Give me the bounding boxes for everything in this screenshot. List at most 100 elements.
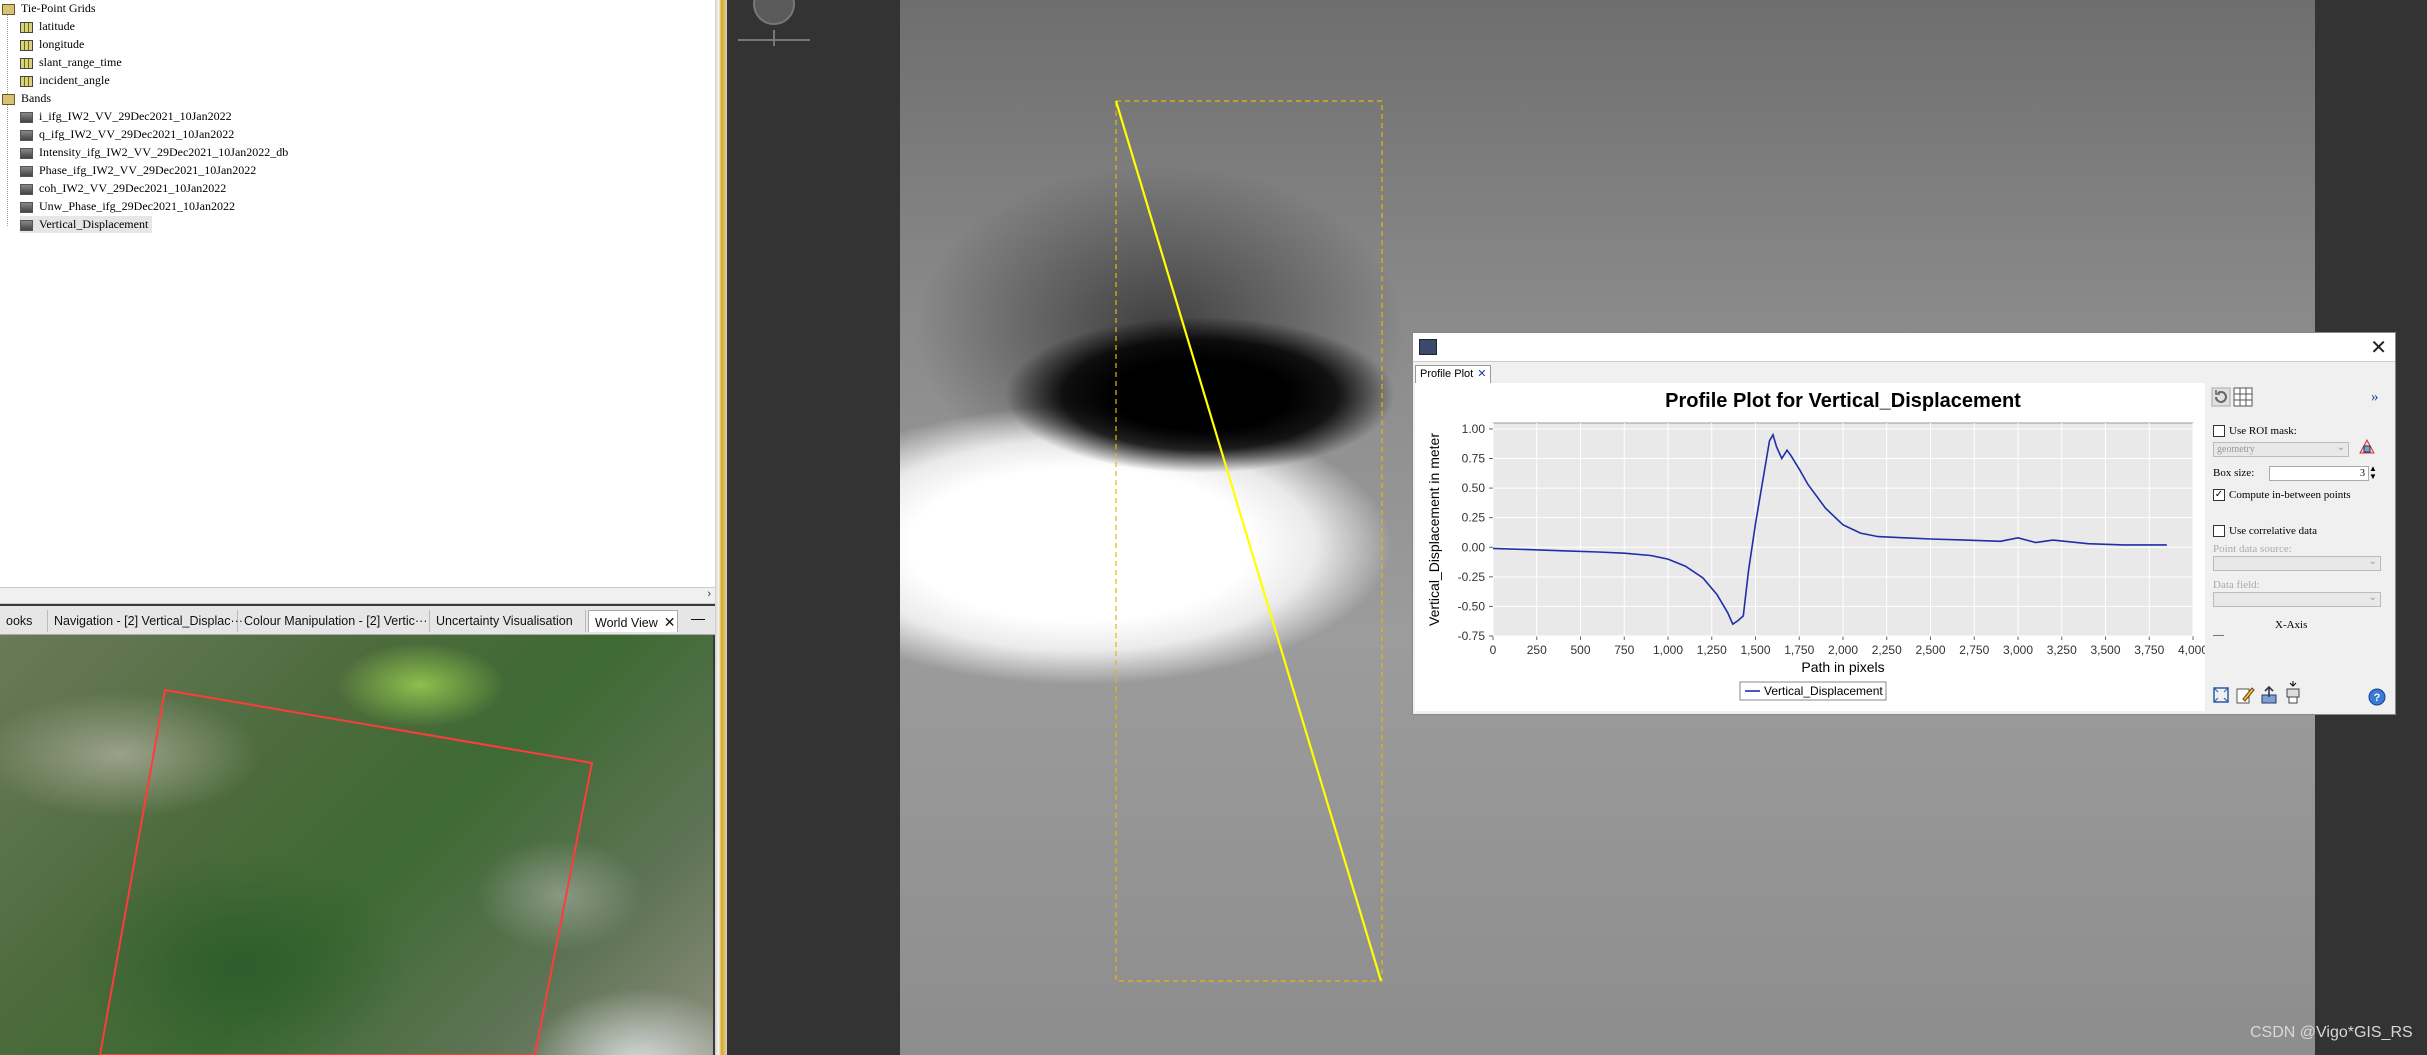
world-view-map[interactable] (0, 635, 713, 1055)
checkbox-checked-icon: ✓ (2213, 489, 2225, 502)
window-close-button[interactable]: ✕ (2370, 335, 2387, 360)
zoom-all-icon[interactable] (2211, 685, 2231, 705)
band-icon (20, 129, 33, 141)
band-icon (20, 147, 33, 159)
chart-title: Profile Plot for Vertical_Displacement (1665, 390, 2021, 412)
tree-item-slant-range-time[interactable]: slant_range_time (20, 54, 122, 71)
tree-item-band[interactable]: q_ifg_IW2_VV_29Dec2021_10Jan2022 (20, 126, 234, 143)
x-tick-label: 500 (1570, 643, 1590, 657)
tab-bookmarks[interactable]: ooks (0, 610, 48, 632)
refresh-icon[interactable] (2211, 387, 2231, 407)
band-icon (20, 201, 33, 213)
grid-icon (20, 39, 33, 51)
roi-mask-select[interactable]: geometry (2213, 441, 2349, 457)
tree-item-band[interactable]: Phase_ifg_IW2_VV_29Dec2021_10Jan2022 (20, 162, 256, 179)
profile-chart-area: 0 250 500 750 1,000 1,250 1,500 1,750 2,000 2,250… (1415, 383, 2208, 711)
help-icon[interactable]: ? (2367, 687, 2387, 707)
data-field-label: Data field: (2213, 579, 2260, 591)
x-tick-label: 2,000 (1828, 643, 1858, 657)
x-tick-label: 3,250 (2047, 643, 2077, 657)
scene-footprint-outline (98, 688, 594, 1055)
x-tick-label: 4,000 (2178, 643, 2205, 657)
checkbox-icon (2213, 525, 2225, 538)
window-titlebar: ✕ (1413, 333, 2395, 362)
x-tick-label: 1,750 (1784, 643, 1814, 657)
x-tick-label: 3,750 (2134, 643, 2164, 657)
y-tick-label: 1.00 (1462, 422, 1486, 436)
tree-item-longitude[interactable]: longitude (20, 36, 84, 53)
print-icon[interactable] (2283, 681, 2303, 704)
export-icon[interactable] (2259, 685, 2279, 705)
tab-colour-manipulation[interactable]: Colour Manipulation - [2] Vertic··· (238, 610, 430, 632)
grid-icon (20, 75, 33, 87)
band-icon (20, 183, 33, 195)
x-tick-label: 250 (1527, 643, 1547, 657)
x-axis-section-label: X-Axis (2275, 619, 2308, 631)
navigation-control-icon[interactable] (728, 0, 820, 46)
compute-in-between-checkbox[interactable]: ✓ Compute in-between points (2213, 489, 2351, 502)
tree-item-band[interactable]: Unw_Phase_ifg_29Dec2021_10Jan2022 (20, 198, 235, 215)
app-window-icon (1419, 339, 1437, 355)
use-correlative-data-checkbox[interactable]: Use correlative data (2213, 525, 2317, 538)
profile-plot-window: ✕ Profile Plot ✕ 0 250 500 750 1,000 1,250 1,50… (1412, 332, 2396, 715)
x-tick-label: 2,250 (1872, 643, 1902, 657)
tree-item-band[interactable]: coh_IW2_VV_29Dec2021_10Jan2022 (20, 180, 226, 197)
y-axis-label: Vertical_Displacement in meter (1426, 433, 1442, 626)
close-icon[interactable]: ✕ (664, 614, 676, 630)
tree-group-bands[interactable]: Bands (2, 90, 51, 107)
y-tick-label: 0.75 (1462, 452, 1486, 466)
x-tick-label: 2,750 (1959, 643, 1989, 657)
point-data-source-select[interactable] (2213, 555, 2381, 571)
tree-item-latitude[interactable]: latitude (20, 18, 75, 35)
minimize-button[interactable]: — (691, 610, 705, 626)
tab-uncertainty-visualisation[interactable]: Uncertainty Visualisation (430, 610, 586, 632)
x-tick-label: 1,500 (1740, 643, 1770, 657)
x-tick-label: 1,250 (1697, 643, 1727, 657)
profile-options-panel: » Use ROI mask: geometry Box size: 3 ▲▼ … (2207, 383, 2393, 711)
tab-profile-plot[interactable]: Profile Plot ✕ (1415, 365, 1492, 384)
tab-navigation[interactable]: Navigation - [2] Vertical_Displac··· (48, 610, 243, 632)
x-axis-separator: — (2213, 629, 2224, 641)
y-tick-label: 0.00 (1462, 540, 1486, 554)
folder-icon (2, 93, 15, 105)
y-tick-label: -0.50 (1458, 599, 1486, 613)
band-icon (20, 111, 33, 123)
tree-item-band[interactable]: Intensity_ifg_IW2_VV_29Dec2021_10Jan2022… (20, 144, 288, 161)
box-size-stepper[interactable]: ▲ ▼ (2369, 465, 2377, 481)
tool-window-tabs: ooks Navigation - [2] Vertical_Displac··… (0, 606, 715, 635)
box-size-input[interactable]: 3 (2269, 466, 2369, 481)
x-axis-label: Path in pixels (1801, 659, 1884, 675)
band-icon (20, 165, 33, 177)
x-tick-label: 0 (1490, 643, 1497, 657)
tree-horizontal-scrollbar[interactable]: › (0, 587, 715, 604)
scene-footprint (98, 688, 594, 1055)
use-roi-mask-checkbox[interactable]: Use ROI mask: (2213, 425, 2297, 438)
x-tick-label: 3,500 (2090, 643, 2120, 657)
close-icon[interactable]: ✕ (1477, 368, 1486, 380)
box-size-label: Box size: (2213, 467, 2255, 479)
tree-item-band-selected[interactable]: Vertical_Displacement (20, 216, 153, 233)
grid-icon (20, 57, 33, 69)
tree-item-incident-angle[interactable]: incident_angle (20, 72, 110, 89)
y-tick-label: -0.25 (1458, 570, 1486, 584)
table-view-icon[interactable] (2233, 387, 2253, 407)
x-tick-label: 1,000 (1653, 643, 1683, 657)
tree-group-tie-point-grids[interactable]: Tie-Point Grids (2, 0, 96, 17)
watermark-text: CSDN @Vigo*GIS_RS (2250, 1024, 2413, 1041)
mask-manager-icon[interactable] (2357, 437, 2377, 457)
grid-icon (20, 21, 33, 33)
panel-splitter[interactable] (715, 0, 727, 1055)
y-tick-label: -0.75 (1458, 629, 1486, 643)
product-explorer-tree: Tie-Point Grids latitude longitude slant… (0, 0, 716, 587)
profile-chart: 0 250 500 750 1,000 1,250 1,500 1,750 2,000 2,250… (1426, 390, 2208, 701)
chevron-right-icon[interactable]: › (707, 588, 711, 600)
tree-item-band[interactable]: i_ifg_IW2_VV_29Dec2021_10Jan2022 (20, 108, 232, 125)
edit-chart-icon[interactable] (2235, 685, 2255, 705)
checkbox-icon (2213, 425, 2225, 438)
y-tick-label: 0.50 (1462, 481, 1486, 495)
y-tick-label: 0.25 (1462, 511, 1486, 525)
data-field-select[interactable] (2213, 591, 2381, 607)
tab-world-view[interactable]: World View ✕ (588, 610, 678, 632)
expand-panel-button[interactable]: » (2371, 389, 2379, 406)
x-tick-label: 2,500 (1915, 643, 1945, 657)
